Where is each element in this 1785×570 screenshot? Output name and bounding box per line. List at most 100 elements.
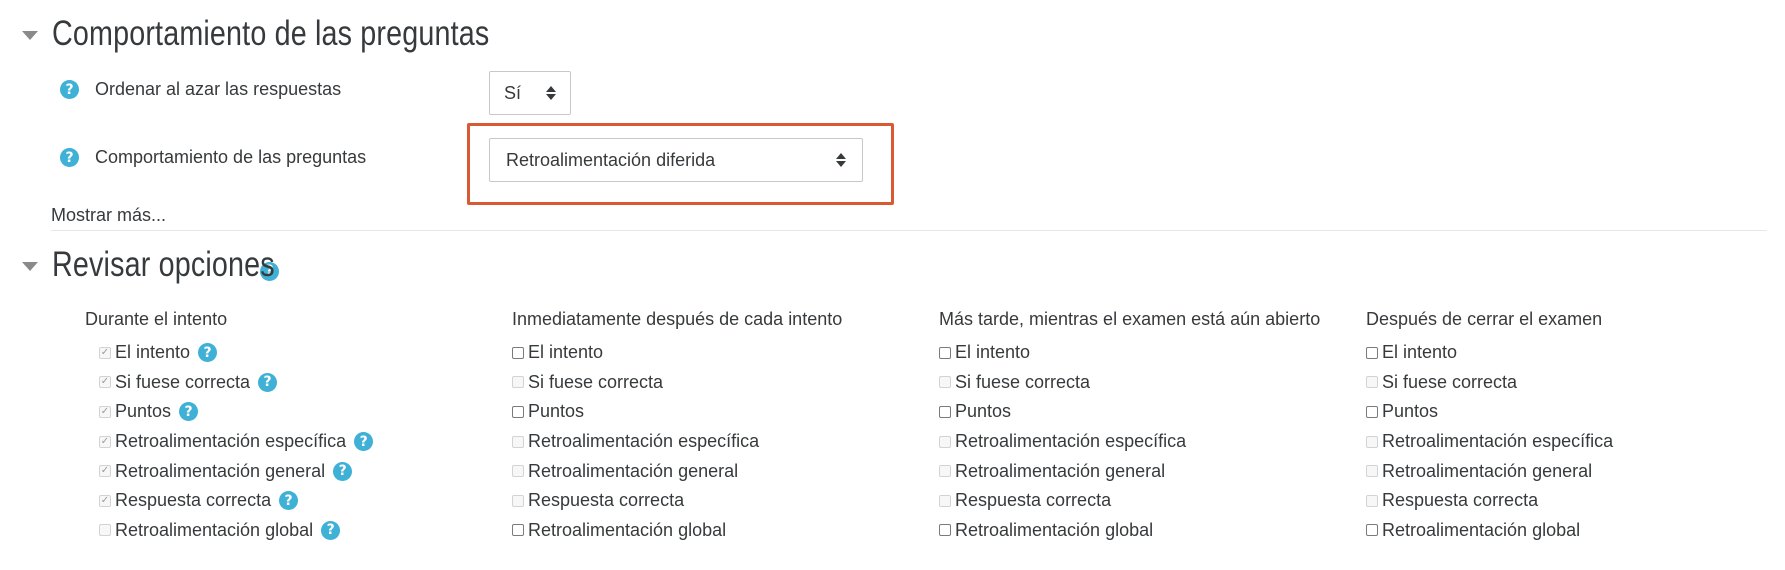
review-option: Si fuese correcta — [1366, 368, 1766, 398]
option-label: Puntos — [1382, 401, 1439, 422]
question-circle-icon[interactable]: ? — [179, 402, 199, 422]
shuffle-select[interactable]: Sí — [489, 71, 571, 115]
option-checkbox — [939, 435, 951, 448]
section-divider — [51, 230, 1767, 231]
behaviour-mode-row: ? Comportamiento de las preguntas — [60, 147, 366, 168]
option-checkbox — [1366, 376, 1378, 389]
option-checkbox — [1366, 465, 1378, 478]
review-column-heading: Más tarde, mientras el examen está aún a… — [939, 309, 1321, 329]
review-column: Después de cerrar el examen El intento Si … — [1366, 309, 1766, 545]
option-label: El intento — [528, 342, 604, 363]
review-option: Retroalimentación específica — [939, 427, 1339, 457]
option-checkbox[interactable] — [939, 405, 951, 418]
review-option: Retroalimentación global? — [99, 516, 485, 546]
option-checkbox — [1366, 435, 1378, 448]
option-label: Si fuese correcta — [1382, 371, 1518, 392]
review-option: ✓ Retroalimentación general? — [99, 456, 485, 486]
option-label: El intento — [955, 342, 1031, 363]
option-checkbox — [939, 465, 951, 478]
option-label: Retroalimentación general — [955, 460, 1166, 481]
option-label: Retroalimentación específica — [955, 431, 1187, 452]
review-option: Retroalimentación global — [1366, 516, 1766, 546]
question-circle-icon[interactable]: ? — [354, 432, 374, 452]
option-label: Retroalimentación global — [528, 519, 727, 540]
option-checkbox[interactable] — [1366, 524, 1378, 537]
option-checkbox[interactable] — [939, 346, 951, 359]
option-checkbox[interactable] — [939, 524, 951, 537]
option-label: Si fuese correcta — [115, 371, 251, 392]
review-option: Si fuese correcta — [939, 368, 1339, 398]
option-checkbox: ✓ — [99, 405, 111, 418]
option-checkbox: ✓ — [99, 376, 111, 389]
option-checkbox — [939, 494, 951, 507]
option-label: Puntos — [528, 401, 585, 422]
option-label: Retroalimentación específica — [528, 431, 760, 452]
option-checkbox[interactable] — [512, 405, 524, 418]
review-option: Puntos — [939, 397, 1339, 427]
option-checkbox[interactable] — [512, 524, 524, 537]
review-column-heading: Después de cerrar el examen — [1366, 309, 1603, 329]
review-option: Retroalimentación general — [512, 456, 912, 486]
review-option: Retroalimentación general — [939, 456, 1339, 486]
review-option: Retroalimentación específica — [512, 427, 912, 457]
option-label: Retroalimentación global — [1382, 519, 1581, 540]
question-circle-icon[interactable]: ? — [198, 343, 218, 363]
review-option: Respuesta correcta — [939, 486, 1339, 516]
question-circle-icon[interactable]: ? — [333, 461, 353, 481]
review-column-heading: Inmediatamente después de cada intento — [512, 309, 843, 329]
review-option: Puntos — [1366, 397, 1766, 427]
review-option: El intento — [1366, 338, 1766, 368]
question-circle-icon[interactable]: ? — [258, 372, 278, 392]
review-option: El intento — [939, 338, 1339, 368]
review-option: Respuesta correcta — [512, 486, 912, 516]
option-label: Retroalimentación específica — [1382, 431, 1614, 452]
review-option: Retroalimentación global — [512, 516, 912, 546]
section-title-review: Revisar opciones — [52, 245, 275, 284]
option-label: Retroalimentación global — [955, 519, 1154, 540]
caret-down-icon[interactable] — [22, 30, 38, 40]
caret-down-icon[interactable] — [22, 261, 38, 271]
section-header-behaviour[interactable]: Comportamiento de las preguntas — [22, 14, 585, 54]
review-option: El intento — [512, 338, 912, 368]
option-label: Puntos — [115, 401, 172, 422]
review-option: ✓ Respuesta correcta? — [99, 486, 485, 516]
review-option: ✓ Retroalimentación específica? — [99, 427, 485, 457]
review-option: ✓ Si fuese correcta? — [99, 368, 485, 398]
show-more-link[interactable]: Mostrar más... — [51, 205, 166, 226]
option-checkbox: ✓ — [99, 494, 111, 507]
option-checkbox: ✓ — [99, 435, 111, 448]
shuffle-select-value: Sí — [504, 82, 522, 103]
option-checkbox[interactable] — [512, 346, 524, 359]
review-option: Retroalimentación específica — [1366, 427, 1766, 457]
option-checkbox — [512, 376, 524, 389]
option-checkbox — [1366, 494, 1378, 507]
option-checkbox: ✓ — [99, 465, 111, 478]
option-label: El intento — [1382, 342, 1458, 363]
option-label: Respuesta correcta — [1382, 490, 1539, 511]
option-checkbox[interactable] — [1366, 346, 1378, 359]
review-column: Inmediatamente después de cada intento El… — [512, 309, 912, 545]
option-label: Puntos — [955, 401, 1012, 422]
option-checkbox — [512, 465, 524, 478]
question-circle-icon[interactable]: ? — [60, 80, 79, 99]
review-option: Respuesta correcta — [1366, 486, 1766, 516]
option-label: Si fuese correcta — [955, 371, 1091, 392]
review-column: Durante el intento ✓ El intento? ✓ Si fuese … — [85, 309, 485, 545]
option-label: Retroalimentación general — [1382, 460, 1593, 481]
review-option: Retroalimentación global — [939, 516, 1339, 546]
question-circle-icon[interactable]: ? — [279, 491, 299, 511]
section-header-review[interactable]: Revisar opciones ? — [22, 245, 279, 285]
question-circle-icon[interactable]: ? — [60, 148, 79, 167]
option-label: Retroalimentación específica — [115, 431, 347, 452]
review-option: Retroalimentación general — [1366, 456, 1766, 486]
section-title-behaviour: Comportamiento de las preguntas — [52, 14, 490, 53]
option-checkbox — [512, 435, 524, 448]
option-checkbox[interactable] — [1366, 405, 1378, 418]
option-label: Respuesta correcta — [955, 490, 1112, 511]
question-circle-icon[interactable]: ? — [321, 520, 341, 540]
option-checkbox — [939, 376, 951, 389]
review-option: ✓ Puntos? — [99, 397, 485, 427]
option-label: Retroalimentación general — [115, 460, 326, 481]
behaviour-mode-select[interactable]: Retroalimentación diferida — [489, 138, 863, 182]
option-label: El intento — [115, 342, 191, 363]
